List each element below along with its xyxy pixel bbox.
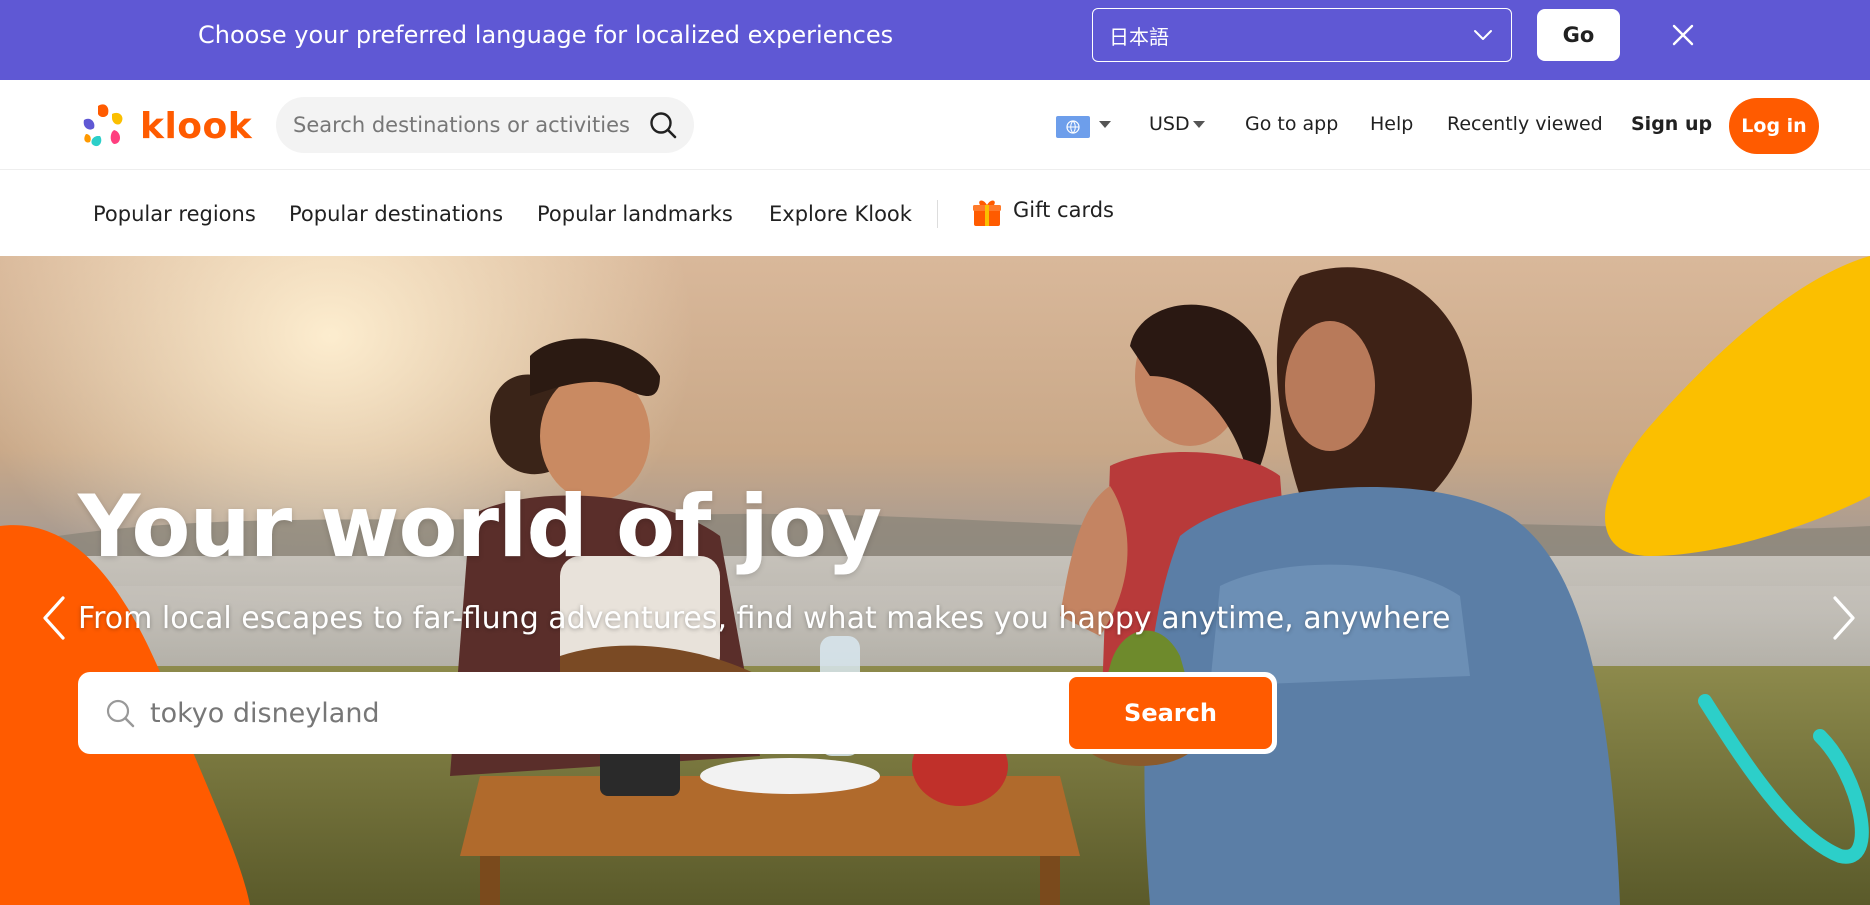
- hero-search-input[interactable]: tokyo disneyland Search: [78, 672, 1277, 754]
- search-icon: [106, 699, 135, 728]
- language-banner: Choose your preferred language for local…: [0, 0, 1870, 80]
- caret-down-icon[interactable]: [1099, 121, 1111, 129]
- nav-divider: [937, 200, 938, 228]
- log-in-button[interactable]: Log in: [1729, 98, 1819, 154]
- klook-logo[interactable]: klook: [78, 100, 258, 152]
- language-select-value: 日本語: [1109, 24, 1169, 49]
- nav-explore-klook[interactable]: Explore Klook: [769, 202, 912, 226]
- carousel-prev-button[interactable]: [36, 592, 72, 644]
- main-header: klook Search destinations or activities …: [0, 80, 1870, 170]
- category-nav: Popular regions Popular destinations Pop…: [0, 170, 1870, 256]
- hero-subtitle: From local escapes to far-flung adventur…: [78, 601, 1451, 636]
- language-selector[interactable]: [1056, 116, 1090, 138]
- chevron-down-icon: [1474, 30, 1492, 40]
- globe-icon: [1066, 120, 1080, 134]
- nav-popular-destinations[interactable]: Popular destinations: [289, 202, 503, 226]
- nav-popular-regions[interactable]: Popular regions: [93, 202, 256, 226]
- help-link[interactable]: Help: [1370, 113, 1413, 135]
- nav-popular-landmarks[interactable]: Popular landmarks: [537, 202, 733, 226]
- go-button[interactable]: Go: [1537, 9, 1620, 61]
- carousel-next-button[interactable]: [1826, 592, 1862, 644]
- logo-text: klook: [140, 105, 253, 147]
- currency-selector[interactable]: USD: [1149, 113, 1190, 135]
- hero-banner: Your world of joy From local escapes to …: [0, 256, 1870, 905]
- close-icon: [1672, 24, 1694, 46]
- hero-search-button[interactable]: Search: [1069, 677, 1272, 749]
- close-banner-button[interactable]: [1668, 18, 1698, 52]
- caret-down-icon[interactable]: [1193, 121, 1205, 129]
- language-select[interactable]: 日本語: [1092, 8, 1512, 62]
- header-search-input[interactable]: Search destinations or activities: [276, 97, 694, 153]
- language-banner-message: Choose your preferred language for local…: [198, 21, 894, 49]
- arrow-right-icon: [1833, 596, 1855, 640]
- header-search-placeholder: Search destinations or activities: [293, 113, 630, 137]
- hero-title: Your world of joy: [78, 477, 882, 577]
- gift-icon[interactable]: [971, 196, 1003, 228]
- klook-logo-icon: [83, 104, 123, 147]
- go-to-app-link[interactable]: Go to app: [1245, 113, 1338, 135]
- hero-decorative-shapes: [0, 256, 1870, 905]
- gift-cards-link[interactable]: Gift cards: [1013, 198, 1114, 222]
- search-icon[interactable]: [648, 110, 678, 140]
- recently-viewed-link[interactable]: Recently viewed: [1447, 113, 1603, 135]
- sign-up-link[interactable]: Sign up: [1631, 113, 1712, 135]
- arrow-left-icon: [43, 596, 65, 640]
